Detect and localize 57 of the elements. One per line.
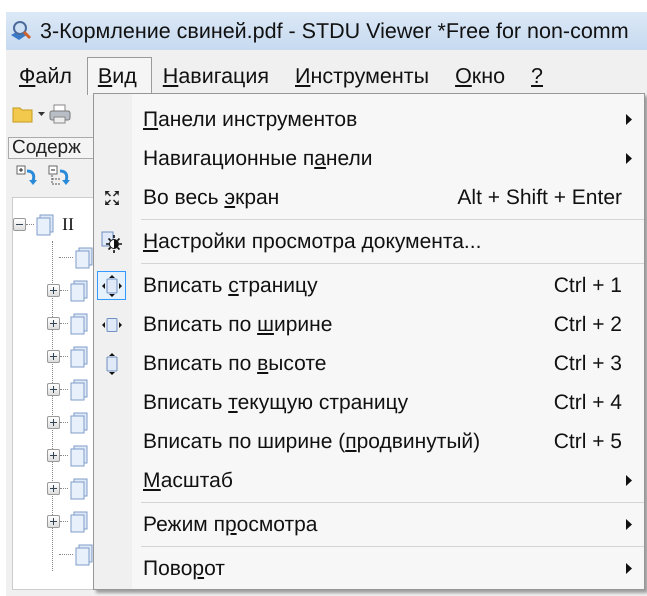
menu-item[interactable]: Вписать по ширине [143,312,332,336]
page-icon [70,510,88,532]
page-icon [70,346,88,368]
shortcut-label: Ctrl + 1 [554,274,622,298]
shortcut-label: Ctrl + 4 [554,390,622,414]
menu-item[interactable]: Вид [86,57,152,95]
expand-toggle[interactable] [47,284,60,297]
menu-item[interactable]: Вписать страницу [143,274,318,296]
menu-item[interactable]: Вписать по высоте [143,352,326,374]
page-icon [70,280,88,302]
page-icon [75,544,93,566]
menu-item[interactable]: Файл [8,57,87,95]
page-icon [75,246,93,268]
expand-tree-icon[interactable] [16,165,38,187]
menu-item[interactable]: Поворот [143,556,225,580]
menu-item[interactable]: ? [520,57,558,95]
page-contrast-icon [100,230,122,252]
menu-item[interactable]: Режим просмотра [143,512,318,536]
fit-height-icon [106,352,118,374]
window-title: 3-Кормление свиней.pdf - STDU Viewer *Free for non-comm [40,18,629,44]
tree-item-label[interactable]: II [62,214,74,235]
menu-item[interactable]: Окно [444,57,520,95]
menu-item[interactable]: Настройки просмотра документа... [143,230,482,252]
fit-width-icon [102,318,122,332]
expand-toggle[interactable] [47,416,60,429]
collapse-tree-icon[interactable] [48,165,70,187]
page-icon [70,478,88,500]
expand-toggle[interactable] [47,317,60,330]
expand-toggle[interactable] [47,515,60,528]
menu-item[interactable]: Вписать по ширине (продвинутый) [143,430,480,452]
shortcut-label: Ctrl + 2 [554,312,622,336]
shortcut-label: Ctrl + 5 [554,430,622,454]
page-icon [36,214,54,236]
expand-toggle[interactable] [47,350,60,363]
menu-item[interactable]: Инструменты [284,57,444,95]
panel-tab[interactable]: Содерж [8,137,93,159]
expand-toggle[interactable] [47,482,60,495]
shortcut-label: Alt + Shift + Enter [457,186,622,210]
expand-toggle[interactable] [47,449,60,462]
menu-item[interactable]: Вписать текущую страницу [143,390,408,414]
expand-toggle[interactable] [47,383,60,396]
printer-icon[interactable] [49,104,71,124]
fit-page-icon [102,274,122,296]
menu-item[interactable]: Масштаб [143,468,233,492]
menu-item[interactable]: Навигационные панели [143,146,372,170]
collapse-toggle[interactable] [13,218,26,231]
menu-item[interactable]: Панели инструментов [143,108,358,130]
page-icon [70,378,88,400]
caret-icon[interactable] [38,112,45,116]
fullscreen-icon [104,190,120,206]
magnifier-app-icon [10,20,34,42]
menu-item[interactable]: Во весь экран [143,186,280,208]
menu-item[interactable]: Навигация [152,57,284,95]
page-icon [70,312,88,334]
page-icon [70,412,88,434]
shortcut-label: Ctrl + 3 [554,352,622,376]
page-icon [70,444,88,466]
